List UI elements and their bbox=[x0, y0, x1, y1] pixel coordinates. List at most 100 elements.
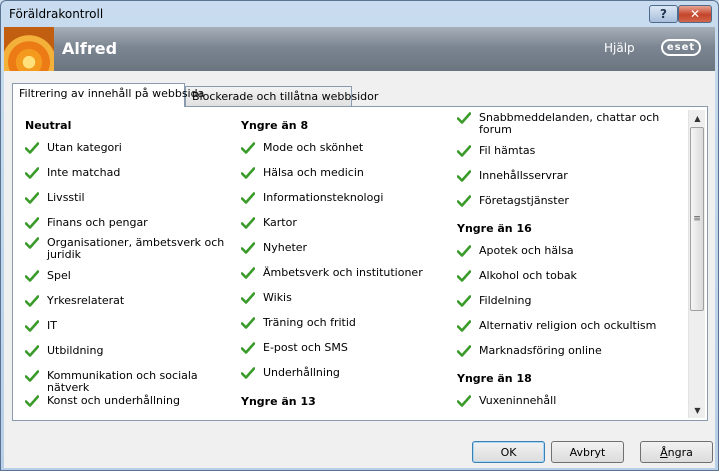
checkmark-icon[interactable] bbox=[240, 192, 256, 204]
checkmark-icon[interactable] bbox=[24, 237, 40, 249]
category-label: Fil hämtas bbox=[479, 144, 536, 157]
checkmark-icon[interactable] bbox=[24, 395, 40, 407]
category-list-item[interactable]: Innehållsservrar bbox=[456, 170, 687, 182]
dialog-content: Filtrering av innehåll på webbsida Block… bbox=[4, 71, 715, 434]
category-label: Vuxeninnehåll bbox=[479, 394, 557, 407]
checkmark-icon[interactable] bbox=[456, 395, 472, 407]
category-list-item[interactable]: Yrkesrelaterat bbox=[24, 295, 235, 307]
checkmark-icon[interactable] bbox=[24, 192, 40, 204]
category-label: Träning och fritid bbox=[263, 316, 356, 329]
question-icon: ? bbox=[660, 7, 667, 21]
category-label: Wikis bbox=[263, 291, 292, 304]
tab-blocked-allowed-pages[interactable]: Blockerade och tillåtna webbsidor bbox=[185, 86, 378, 108]
checkmark-icon[interactable] bbox=[456, 145, 472, 157]
category-label: Kartor bbox=[263, 216, 297, 229]
category-label: Ämbetsverk och institutioner bbox=[263, 266, 423, 279]
category-list-item[interactable]: Mode och skönhet bbox=[240, 142, 451, 154]
category-list-item[interactable]: Hälsa och medicin bbox=[240, 167, 451, 179]
checkmark-icon[interactable] bbox=[240, 317, 256, 329]
checkmark-icon[interactable] bbox=[24, 345, 40, 357]
category-list-item[interactable]: Konst och underhållning bbox=[24, 395, 235, 407]
checkmark-icon[interactable] bbox=[240, 292, 256, 304]
category-panel: Neutral Utan kategori Inte matchad Livsstil… bbox=[12, 106, 708, 421]
triangle-up-icon: ▲ bbox=[694, 113, 701, 123]
scroll-thumb[interactable]: ≡ bbox=[690, 127, 704, 311]
category-list-item[interactable]: Informationsteknologi bbox=[240, 191, 451, 204]
category-list-item[interactable]: Vuxeninnehåll bbox=[456, 394, 687, 407]
category-list-item[interactable]: Träning och fritid bbox=[240, 316, 451, 329]
checkmark-icon[interactable] bbox=[24, 270, 40, 282]
checkmark-icon[interactable] bbox=[456, 270, 472, 282]
category-list-item[interactable]: Företagstjänster bbox=[456, 195, 687, 207]
vertical-scrollbar[interactable]: ▲ ≡ ▼ bbox=[688, 110, 705, 418]
category-label: Alternativ religion och ockultism bbox=[479, 319, 657, 332]
close-button[interactable]: ✕ bbox=[678, 5, 712, 23]
category-list-item[interactable]: Alternativ religion och ockultism bbox=[456, 319, 687, 332]
category-list-item[interactable]: Utbildning bbox=[24, 345, 235, 357]
category-list-item[interactable]: Fildelning bbox=[456, 294, 687, 307]
checkmark-icon[interactable] bbox=[24, 167, 40, 179]
undo-label: ngra bbox=[667, 445, 693, 459]
checkmark-icon[interactable] bbox=[240, 342, 256, 354]
category-list-item[interactable]: Snabbmeddelanden, chattar och forum bbox=[456, 112, 687, 136]
category-label: Nyheter bbox=[263, 241, 308, 254]
checkmark-icon[interactable] bbox=[24, 320, 40, 332]
category-list-item[interactable]: Fil hämtas bbox=[456, 144, 687, 157]
checkmark-icon[interactable] bbox=[456, 112, 472, 124]
close-icon: ✕ bbox=[689, 7, 701, 21]
category-label: IT bbox=[47, 319, 57, 332]
category-list-item[interactable]: Underhållning bbox=[240, 366, 451, 379]
undo-button[interactable]: Ångra bbox=[640, 441, 713, 463]
age-category-heading: Neutral bbox=[25, 119, 72, 132]
category-list-item[interactable]: Organisationer, ämbetsverk och juridik bbox=[24, 237, 235, 261]
checkmark-icon[interactable] bbox=[24, 217, 40, 229]
category-label: Underhållning bbox=[263, 366, 340, 379]
title-bar[interactable]: Föräldrakontroll ? ✕ bbox=[1, 1, 718, 27]
category-list-item[interactable]: Kommunikation och sociala nätverk bbox=[24, 370, 235, 394]
category-list-item[interactable]: IT bbox=[24, 319, 235, 332]
category-list-item[interactable]: Finans och pengar bbox=[24, 216, 235, 229]
checkmark-icon[interactable] bbox=[456, 345, 472, 357]
checkmark-icon[interactable] bbox=[456, 320, 472, 332]
category-list-item[interactable]: Alkohol och tobak bbox=[456, 270, 687, 282]
category-list-item[interactable]: Marknadsföring online bbox=[456, 345, 687, 357]
window-title: Föräldrakontroll bbox=[9, 7, 104, 21]
checkmark-icon[interactable] bbox=[456, 245, 472, 257]
checkmark-icon[interactable] bbox=[240, 267, 256, 279]
tab-web-content-filtering[interactable]: Filtrering av innehåll på webbsida bbox=[12, 83, 204, 107]
checkmark-icon[interactable] bbox=[24, 142, 40, 154]
checkmark-icon[interactable] bbox=[24, 295, 40, 307]
checkmark-icon[interactable] bbox=[24, 370, 40, 382]
cancel-button[interactable]: Avbryt bbox=[551, 441, 624, 463]
checkmark-icon[interactable] bbox=[240, 142, 256, 154]
ok-label: OK bbox=[500, 445, 517, 459]
ok-button[interactable]: OK bbox=[472, 441, 545, 463]
scroll-up-arrow[interactable]: ▲ bbox=[689, 110, 706, 126]
checkmark-icon[interactable] bbox=[240, 367, 256, 379]
checkmark-icon[interactable] bbox=[456, 295, 472, 307]
parental-control-window: Föräldrakontroll ? ✕ Alfred Hjälp eset F… bbox=[0, 0, 719, 471]
checkmark-icon[interactable] bbox=[456, 195, 472, 207]
logo-text: eset bbox=[666, 42, 696, 53]
help-title-button[interactable]: ? bbox=[649, 5, 678, 23]
category-list-item[interactable]: Spel bbox=[24, 270, 235, 282]
category-label: Fildelning bbox=[479, 294, 532, 307]
checkmark-icon[interactable] bbox=[240, 167, 256, 179]
category-list-item[interactable]: Inte matchad bbox=[24, 167, 235, 179]
category-label: Finans och pengar bbox=[47, 216, 148, 229]
category-list-item[interactable]: Kartor bbox=[240, 216, 451, 229]
help-link[interactable]: Hjälp bbox=[604, 41, 635, 55]
checkmark-icon[interactable] bbox=[456, 170, 472, 182]
category-list-item[interactable]: Apotek och hälsa bbox=[456, 245, 687, 257]
category-list-item[interactable]: E-post och SMS bbox=[240, 342, 451, 354]
checkmark-icon[interactable] bbox=[240, 242, 256, 254]
checkmark-icon[interactable] bbox=[240, 217, 256, 229]
scroll-down-arrow[interactable]: ▼ bbox=[689, 402, 706, 418]
category-list-item[interactable]: Ämbetsverk och institutioner bbox=[240, 266, 451, 279]
undo-accelerator: Å bbox=[660, 445, 668, 459]
category-label: Informationsteknologi bbox=[263, 191, 384, 204]
category-list-item[interactable]: Utan kategori bbox=[24, 142, 235, 154]
category-list-item[interactable]: Livsstil bbox=[24, 192, 235, 204]
category-list-item[interactable]: Nyheter bbox=[240, 241, 451, 254]
category-list-item[interactable]: Wikis bbox=[240, 291, 451, 304]
